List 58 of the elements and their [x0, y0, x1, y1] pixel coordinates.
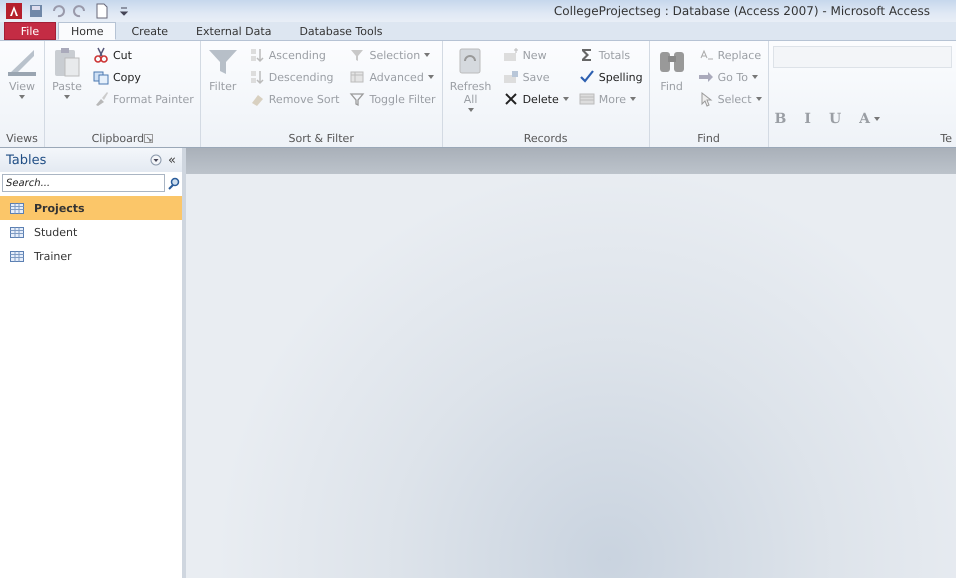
ribbon-tab[interactable]: Database Tools	[286, 22, 396, 40]
group-label: Sort & Filter	[288, 132, 354, 144]
ribbon-button[interactable]: Cut	[91, 47, 196, 63]
redo-icon	[72, 3, 88, 19]
app-logo-icon	[6, 3, 22, 19]
undo-icon	[50, 3, 66, 19]
funnel-icon	[349, 47, 366, 63]
delete-x-icon	[502, 91, 519, 107]
nav-pane-title: Tables	[6, 152, 46, 168]
font-name-field[interactable]	[772, 46, 952, 68]
caret-icon	[630, 97, 636, 101]
group-label: Views	[6, 132, 38, 144]
caret-icon	[562, 97, 569, 101]
table-icon	[349, 69, 366, 85]
caret-icon	[468, 108, 474, 112]
record-add-icon	[502, 47, 519, 63]
sort-ascending-icon	[248, 47, 265, 63]
table-icon	[10, 250, 24, 262]
ribbon-button[interactable]: Delete	[500, 91, 571, 107]
ribbon-tab[interactable]: Home	[58, 22, 116, 40]
ribbon-button[interactable]: Copy	[91, 69, 196, 85]
caret-icon	[874, 117, 880, 122]
new-document-icon	[94, 3, 110, 19]
scissors-icon	[93, 47, 109, 63]
caret-icon	[424, 53, 430, 57]
ribbon-tab[interactable]: File	[4, 22, 56, 40]
ribbon-button[interactable]: Spelling	[576, 69, 645, 85]
caret-icon	[756, 97, 762, 101]
copy-icon	[93, 69, 109, 85]
group-label: Te	[940, 132, 952, 144]
search-field[interactable]: Search...	[2, 174, 165, 192]
window-title: CollegeProjectseg : Database (Access 2007) - Microsoft Access	[554, 4, 930, 18]
dropdown-circle-icon	[150, 154, 162, 166]
nav-pane-item[interactable]: Student	[0, 220, 182, 244]
sort-descending-icon	[248, 69, 265, 85]
save-icon	[28, 3, 44, 19]
record-save-icon	[502, 69, 519, 85]
group-label: Clipboard	[92, 132, 144, 144]
table-icon	[10, 226, 24, 238]
caret-icon	[19, 95, 25, 99]
nav-pane-item[interactable]: Projects	[0, 196, 182, 220]
dialog-launcher-icon[interactable]	[144, 134, 154, 142]
collapse-button[interactable]: «	[168, 152, 176, 168]
spell-check-icon	[578, 69, 595, 85]
caret-icon	[752, 75, 758, 79]
group-label: Records	[524, 132, 568, 144]
caret-icon	[64, 95, 70, 99]
caret-icon	[428, 75, 434, 79]
table-icon	[10, 202, 24, 214]
brush-icon	[93, 91, 109, 107]
nav-pane-item[interactable]: Trainer	[0, 244, 182, 268]
funnel-icon	[349, 91, 366, 107]
ribbon-tab[interactable]: External Data	[183, 22, 284, 40]
search-icon	[167, 176, 180, 190]
group-label: Find	[697, 132, 720, 144]
grid-icon	[578, 91, 595, 107]
ribbon-tab[interactable]: Create	[118, 22, 182, 40]
right-arrow-icon	[698, 69, 714, 85]
